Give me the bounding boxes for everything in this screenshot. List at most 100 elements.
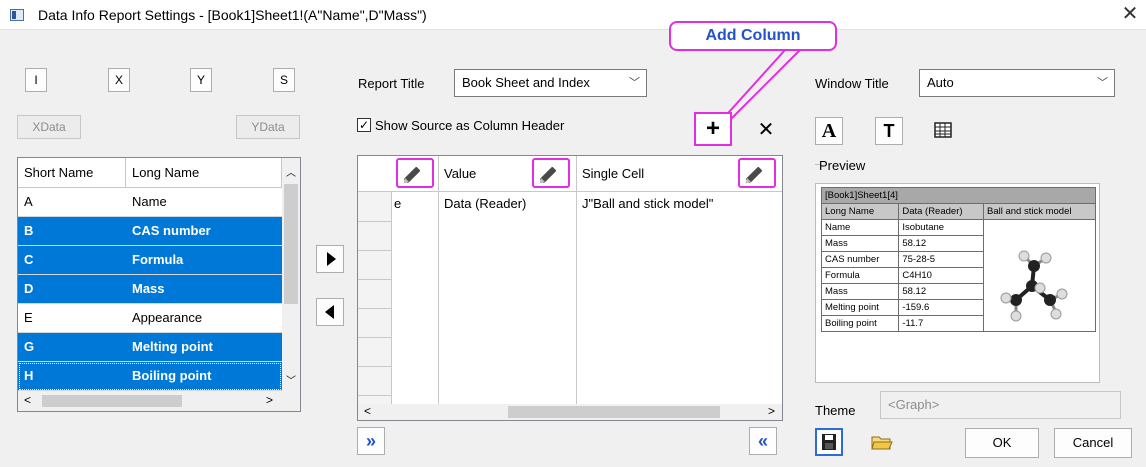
preview-cell: CAS number	[820, 251, 900, 268]
long-name-cell: Name	[132, 194, 167, 209]
short-name-header[interactable]: Short Name	[18, 158, 126, 188]
scroll-right-icon[interactable]: >	[768, 404, 775, 418]
preview-cell: Name	[820, 219, 900, 236]
expand-button[interactable]: »	[357, 427, 385, 455]
list-item[interactable]: G Melting point	[18, 333, 282, 362]
vertical-scrollbar[interactable]: ︿ ﹀	[282, 158, 300, 391]
preview-cell: 58.12	[898, 235, 984, 252]
grid-cell[interactable]: e	[394, 196, 401, 211]
column-list[interactable]: Short Name Long Name A Name B CAS number…	[17, 157, 301, 412]
chevron-down-icon: ﹀	[629, 77, 640, 89]
close-button[interactable]: ✕	[1118, 2, 1142, 26]
text-button[interactable]: T	[875, 117, 903, 145]
molecule-image-cell	[983, 219, 1096, 332]
preview-table: [Book1]Sheet1[4] Long Name Data (Reader)…	[820, 187, 1096, 332]
report-title-select[interactable]: Book Sheet and Index ﹀	[454, 69, 647, 97]
pencil-icon	[539, 166, 557, 184]
window-title-label: Window Title	[815, 76, 889, 91]
window-title: Data Info Report Settings - [Book1]Sheet…	[38, 7, 427, 23]
list-item[interactable]: A Name	[18, 188, 282, 217]
long-name-cell: Formula	[132, 252, 184, 267]
long-name-cell: Appearance	[132, 310, 203, 325]
move-right-button[interactable]	[316, 245, 344, 273]
open-theme-button[interactable]	[868, 428, 896, 456]
folder-open-icon	[871, 436, 893, 450]
row-header-column	[358, 192, 392, 404]
scroll-down-icon[interactable]: ﹀	[286, 372, 296, 387]
report-column-grid[interactable]: Value Single Cell e Data (Reader) J"Ball…	[357, 155, 783, 421]
report-title-value: Book Sheet and Index	[462, 75, 590, 90]
preview-panel: [Book1]Sheet1[4] Long Name Data (Reader)…	[815, 183, 1100, 383]
collapse-button[interactable]: «	[749, 427, 777, 455]
add-column-callout: Add Column	[669, 21, 837, 51]
scroll-thumb[interactable]	[284, 184, 298, 304]
long-name-cell: Boiling point	[132, 368, 212, 383]
preview-cell: Isobutane	[898, 219, 984, 236]
table-format-button[interactable]	[933, 121, 953, 139]
molecule-image	[996, 248, 1076, 328]
grid-cell[interactable]: Data (Reader)	[444, 196, 526, 211]
save-icon	[822, 434, 836, 450]
scroll-thumb[interactable]	[42, 395, 182, 407]
preview-header: Ball and stick model	[983, 203, 1096, 220]
list-item[interactable]: C Formula	[18, 246, 282, 275]
scroll-thumb[interactable]	[508, 406, 720, 418]
move-left-button[interactable]	[316, 298, 344, 326]
scroll-left-icon[interactable]: <	[364, 404, 371, 418]
short-name-cell: B	[24, 223, 34, 238]
short-name-cell: E	[24, 310, 33, 325]
edit-column-button[interactable]	[396, 158, 434, 188]
preview-cell: 58.12	[898, 283, 984, 300]
value-column-header[interactable]: Value	[444, 166, 476, 181]
single-cell-column-header[interactable]: Single Cell	[582, 166, 644, 181]
x-button[interactable]: X	[108, 68, 130, 92]
long-name-cell: Melting point	[132, 339, 213, 354]
table-icon	[934, 122, 952, 138]
text-t-icon: T	[883, 121, 895, 141]
arrow-left-icon	[325, 305, 334, 319]
grid-cell[interactable]: J"Ball and stick model"	[582, 196, 713, 211]
long-name-cell: Mass	[132, 281, 165, 296]
preview-cell: Melting point	[820, 299, 900, 316]
theme-input[interactable]: <Graph>	[880, 391, 1121, 419]
scroll-up-icon[interactable]: ︿	[286, 164, 296, 179]
list-item[interactable]: E Appearance	[18, 304, 282, 333]
grid-divider	[438, 156, 439, 404]
ydata-button[interactable]: YData	[236, 115, 300, 139]
delete-column-button[interactable]: ✕	[752, 116, 780, 144]
preview-cell: Formula	[820, 267, 900, 284]
edit-column-button[interactable]	[532, 158, 570, 188]
list-item[interactable]: B CAS number	[18, 217, 282, 246]
cancel-button[interactable]: Cancel	[1054, 428, 1132, 458]
list-item[interactable]: H Boiling point	[18, 362, 282, 391]
xdata-button[interactable]: XData	[17, 115, 81, 139]
list-item[interactable]: D Mass	[18, 275, 282, 304]
preview-cell: Mass	[820, 283, 900, 300]
window-title-value: Auto	[927, 75, 954, 90]
title-bar: Data Info Report Settings - [Book1]Sheet…	[0, 0, 1146, 30]
theme-label: Theme	[815, 403, 856, 418]
horizontal-scrollbar[interactable]: < >	[18, 391, 300, 411]
short-name-cell: C	[24, 252, 34, 267]
preview-cell: Mass	[820, 235, 900, 252]
save-theme-button[interactable]	[815, 428, 843, 456]
i-button[interactable]: I	[25, 68, 47, 92]
show-source-checkbox[interactable]: ✓	[357, 118, 371, 132]
y-button[interactable]: Y	[190, 68, 212, 92]
add-column-button[interactable]: +	[694, 112, 732, 146]
ok-button[interactable]: OK	[965, 428, 1039, 458]
edit-column-button[interactable]	[738, 158, 776, 188]
window-title-select[interactable]: Auto ﹀	[919, 69, 1115, 97]
horizontal-scrollbar[interactable]: < >	[358, 404, 782, 420]
scroll-right-icon[interactable]: >	[266, 393, 273, 407]
short-name-cell: H	[24, 368, 34, 383]
short-name-cell: A	[24, 194, 33, 209]
s-button[interactable]: S	[273, 68, 295, 92]
grid-divider	[576, 156, 577, 404]
report-title-label: Report Title	[358, 76, 425, 91]
arrow-right-icon	[327, 252, 336, 266]
font-button[interactable]: A	[815, 117, 843, 145]
long-name-header[interactable]: Long Name	[126, 158, 282, 188]
scroll-left-icon[interactable]: <	[24, 393, 31, 407]
preview-cell: -11.7	[898, 315, 984, 332]
